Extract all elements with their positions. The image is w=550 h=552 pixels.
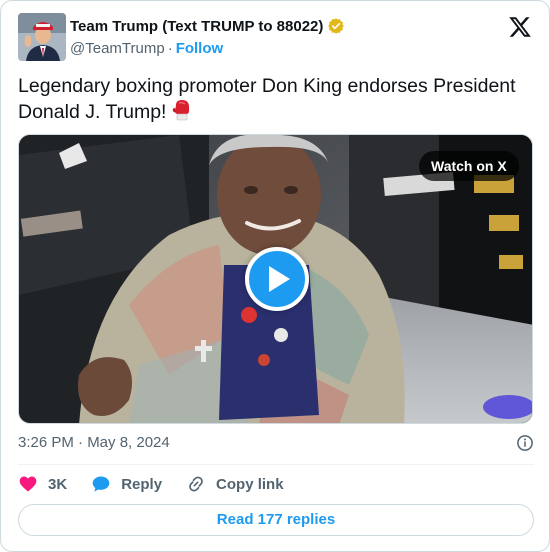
- avatar-photo: [18, 13, 66, 61]
- heart-icon: [19, 476, 37, 492]
- tweet-text: Legendary boxing promoter Don King endor…: [18, 73, 534, 125]
- tweet-body: Legendary boxing promoter Don King endor…: [18, 75, 516, 123]
- reply-label: Reply: [121, 475, 163, 493]
- like-button[interactable]: 3K: [18, 474, 67, 494]
- read-replies-button[interactable]: Read 177 replies: [18, 504, 534, 536]
- avatar[interactable]: [18, 13, 66, 61]
- tweet-meta: 3:26 PM · May 8, 2024: [18, 434, 534, 454]
- copy-link-label: Copy link: [216, 475, 284, 493]
- play-icon: [269, 266, 290, 292]
- timestamp-link[interactable]: 3:26 PM · May 8, 2024: [18, 434, 170, 451]
- follow-button[interactable]: Follow: [176, 40, 224, 57]
- watch-on-x-button[interactable]: Watch on X: [419, 151, 519, 181]
- author-handle-row: @TeamTrump · Follow: [70, 40, 223, 57]
- reply-button[interactable]: Reply: [91, 474, 162, 494]
- author-name[interactable]: Team Trump (Text TRUMP to 88022): [70, 18, 323, 35]
- tweet-embed-card: Team Trump (Text TRUMP to 88022) @TeamTr…: [0, 0, 550, 552]
- like-count: 3K: [48, 475, 68, 493]
- action-bar: 3K Reply Copy link: [18, 473, 308, 495]
- author-name-row: Team Trump (Text TRUMP to 88022): [70, 17, 345, 35]
- play-button[interactable]: [245, 247, 309, 311]
- divider: [18, 464, 534, 465]
- separator-dot: ·: [167, 40, 173, 57]
- link-icon: [189, 476, 203, 492]
- boxing-glove-icon: [172, 100, 189, 121]
- video-player[interactable]: Watch on X: [18, 134, 533, 424]
- copy-link-button[interactable]: Copy link: [186, 474, 284, 494]
- reply-bubble-icon: [92, 476, 110, 492]
- verified-badge-icon: [328, 18, 345, 34]
- tweet-header: Team Trump (Text TRUMP to 88022) @TeamTr…: [18, 13, 534, 63]
- author-handle[interactable]: @TeamTrump: [70, 40, 165, 57]
- info-icon[interactable]: [516, 434, 534, 452]
- x-logo-icon[interactable]: [508, 15, 532, 39]
